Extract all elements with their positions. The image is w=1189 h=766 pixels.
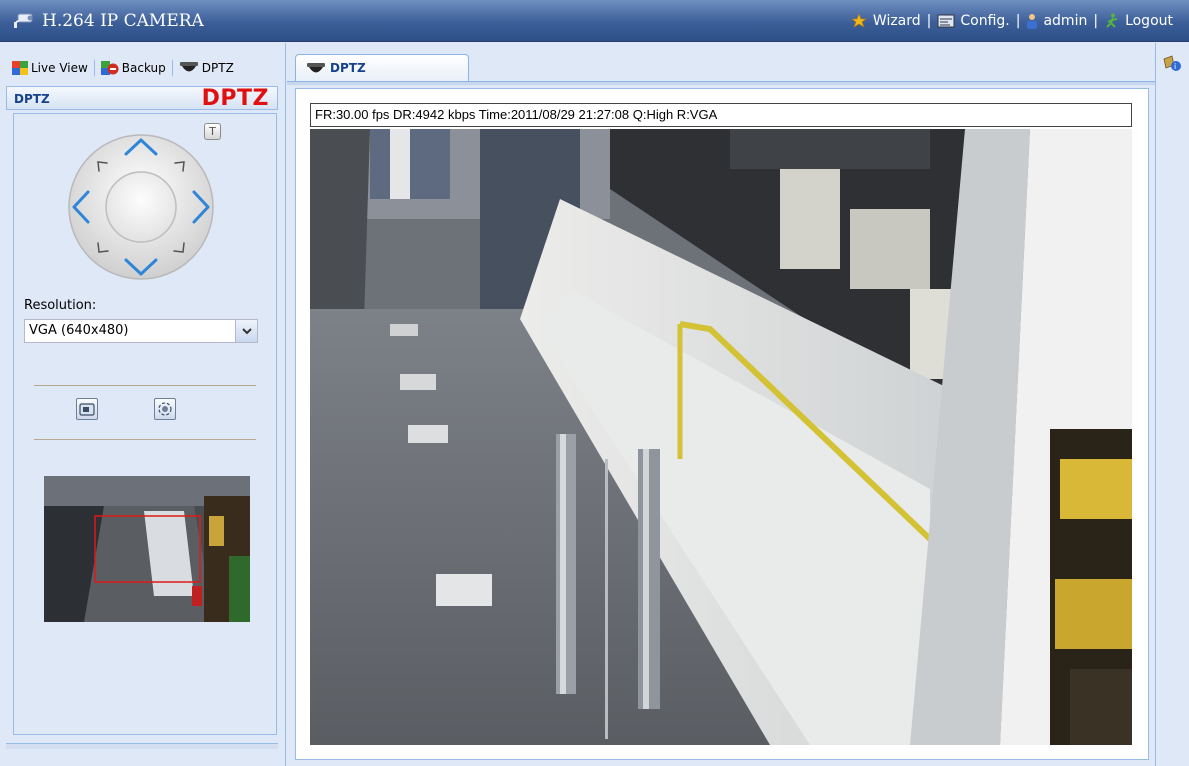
app-header: H.264 IP CAMERA Wizard | Config. | admin…: [0, 0, 1189, 42]
resolution-select[interactable]: VGA (640x480): [24, 319, 258, 343]
left-panel-footer: [6, 743, 278, 749]
live-video-view[interactable]: [310, 129, 1132, 745]
snapshot-camera-icon: [79, 403, 95, 416]
video-status-bar: FR:30.00 fps DR:4942 kbps Time:2011/08/2…: [310, 103, 1132, 127]
main-tab-label: DPTZ: [330, 61, 366, 75]
patrol-camera-icon: [158, 402, 172, 416]
nav-separator: |: [1015, 13, 1021, 29]
admin-label: admin: [1043, 13, 1088, 29]
dptz-overview-thumbnail[interactable]: [44, 476, 250, 622]
dptz-panel-header: DPTZ DPTZ: [6, 86, 278, 111]
snapshot-button[interactable]: [76, 398, 98, 420]
header-nav: Wizard | Config. | admin | Logout: [850, 13, 1173, 29]
live-view-icon: [12, 61, 28, 75]
dome-camera-icon: [179, 62, 198, 72]
overview-scene-image: [44, 476, 250, 622]
tab-live-view-label: Live View: [31, 61, 88, 75]
config-label: Config.: [960, 13, 1010, 29]
tab-live-view[interactable]: Live View: [6, 61, 94, 75]
logout-link[interactable]: Logout: [1104, 13, 1173, 29]
dptz-logo: DPTZ: [201, 86, 269, 111]
config-link[interactable]: Config.: [937, 13, 1010, 29]
video-frame-image: [310, 129, 1132, 745]
logout-icon: [1106, 13, 1118, 28]
camera-logo-icon: [14, 13, 33, 28]
app-window: H.264 IP CAMERA Wizard | Config. | admin…: [0, 0, 1189, 766]
main-content: FR:30.00 fps DR:4942 kbps Time:2011/08/2…: [295, 88, 1149, 760]
admin-link[interactable]: admin: [1026, 13, 1087, 29]
resolution-label: Resolution:: [24, 298, 97, 313]
tab-dptz-main[interactable]: DPTZ: [295, 54, 469, 82]
chevron-down-icon: [242, 328, 252, 335]
auto-patrol-button[interactable]: [154, 398, 176, 420]
left-panel: Live View Backup DPTZ DPTZ DPTZ T Resolu…: [0, 43, 286, 766]
resolution-dropdown-button[interactable]: [235, 320, 257, 342]
wizard-star-icon: [851, 13, 867, 28]
wizard-label: Wizard: [872, 13, 921, 29]
ptz-center-button[interactable]: [105, 171, 177, 243]
divider: [34, 439, 256, 440]
tab-dptz-label: DPTZ: [201, 61, 234, 75]
main-panel: DPTZ FR:30.00 fps DR:4942 kbps Time:2011…: [287, 43, 1155, 766]
svg-text:i: i: [1174, 62, 1176, 71]
dptz-panel-body: T Resolution: VGA (640x480): [13, 113, 277, 735]
nav-separator: |: [926, 13, 932, 29]
user-icon: [1027, 14, 1038, 29]
dptz-panel-title: DPTZ: [14, 92, 50, 106]
divider: [34, 385, 256, 386]
app-title: H.264 IP CAMERA: [42, 11, 204, 31]
tab-backup-label: Backup: [121, 61, 166, 75]
help-icon[interactable]: i: [1162, 55, 1182, 73]
tab-backup[interactable]: Backup: [95, 61, 172, 75]
tab-strip: [287, 81, 1155, 85]
right-toolbar: i: [1155, 43, 1189, 766]
resolution-value: VGA (640x480): [29, 323, 129, 338]
wizard-link[interactable]: Wizard: [850, 13, 921, 29]
dome-camera-icon: [307, 63, 325, 73]
backup-icon: [100, 61, 119, 75]
ptz-control-pad: [68, 134, 214, 280]
tab-dptz[interactable]: DPTZ: [173, 61, 240, 75]
logout-label: Logout: [1125, 13, 1173, 29]
config-icon: [937, 14, 955, 28]
nav-separator: |: [1093, 13, 1099, 29]
left-tab-bar: Live View Backup DPTZ: [6, 56, 240, 80]
